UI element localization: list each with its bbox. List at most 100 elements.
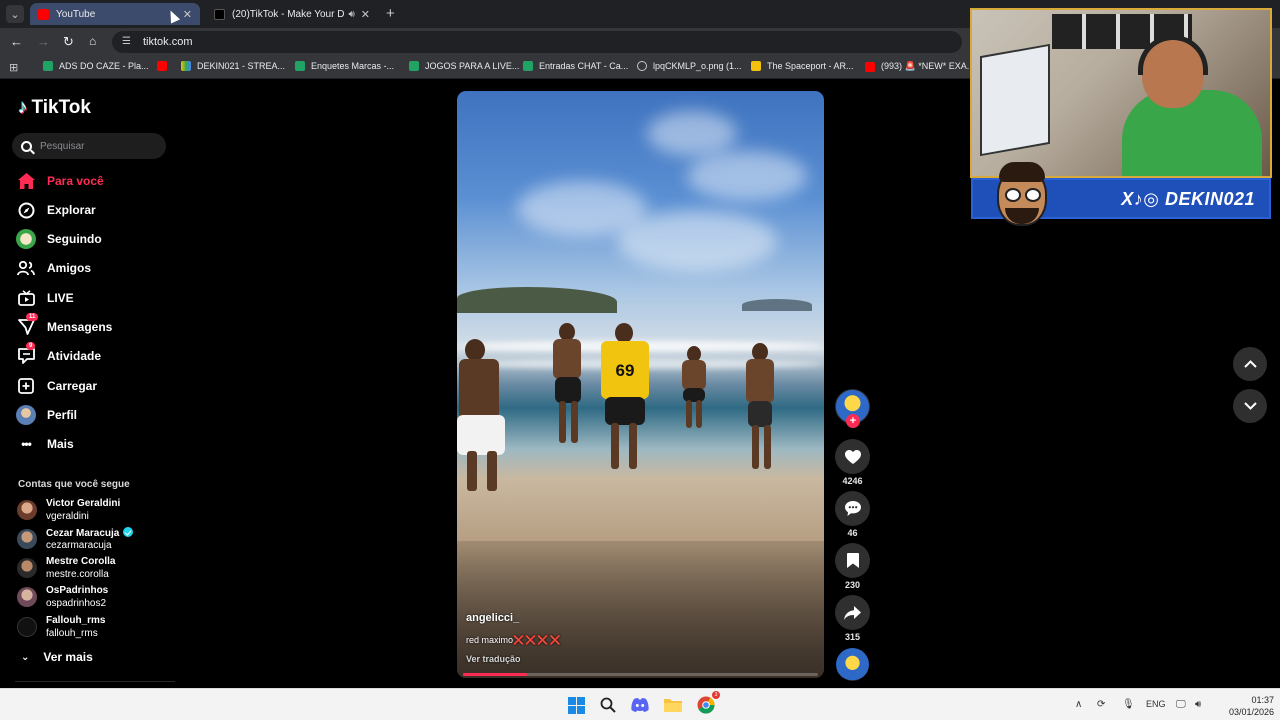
tab-title: (20)TikTok - Make Your Day bbox=[232, 8, 345, 20]
discord-icon[interactable] bbox=[630, 695, 650, 715]
forward-button[interactable]: → bbox=[37, 34, 50, 49]
close-tab-icon[interactable]: ✕ bbox=[183, 8, 192, 21]
volume-icon[interactable]: 🔊︎ bbox=[1195, 699, 1201, 710]
tab-search-button[interactable]: ⌄ bbox=[6, 5, 24, 23]
start-button[interactable] bbox=[566, 695, 586, 715]
bookmark-label: ADS DO CAZE - Pla... bbox=[59, 61, 149, 71]
bookmark-item[interactable]: DEKIN021 - STREA... bbox=[181, 61, 285, 71]
sidebar-item-perfil[interactable]: Perfil bbox=[16, 405, 77, 425]
bookmark-label: The Spaceport - AR... bbox=[767, 61, 854, 71]
video-player[interactable]: 69 angelicci_ red maximo❌❌❌❌ Ver traduçã… bbox=[457, 91, 824, 678]
video-progress-bar[interactable] bbox=[463, 673, 818, 676]
bookmark-item[interactable]: Enquetes Marcas -... bbox=[295, 61, 394, 71]
bookmark-item[interactable]: (993) 🚨 *NEW* EXA... bbox=[865, 61, 974, 72]
account-name-text: Cezar Maracuja bbox=[46, 528, 120, 539]
bookmark-label: lpqCKMLP_o.png (1... bbox=[653, 61, 742, 71]
sidebar-item-mais[interactable]: ••• Mais bbox=[16, 434, 74, 454]
heart-icon bbox=[844, 449, 861, 464]
url-field[interactable]: ☰ tiktok.com bbox=[112, 31, 962, 53]
sidebar-item-label: Atividade bbox=[47, 349, 102, 363]
following-icon bbox=[16, 229, 36, 249]
bookmark-item[interactable]: The Spaceport - AR... bbox=[751, 61, 854, 71]
see-more-label: Ver mais bbox=[43, 650, 93, 664]
video-username[interactable]: angelicci_ bbox=[466, 612, 519, 624]
followed-account[interactable]: OsPadrinhos ospadrinhos2 bbox=[17, 585, 177, 611]
microphone-icon[interactable]: 🎙︎ bbox=[1122, 699, 1135, 710]
reload-button[interactable]: ↻ bbox=[63, 34, 74, 50]
account-name: Fallouh_rms bbox=[46, 615, 106, 626]
video-caption: red maximo❌❌❌❌ bbox=[466, 635, 562, 646]
comment-button[interactable] bbox=[835, 491, 870, 526]
account-name: Mestre Corolla bbox=[46, 556, 116, 567]
sidebar-item-seguindo[interactable]: Seguindo bbox=[16, 229, 102, 249]
sidebar-item-amigos[interactable]: Amigos bbox=[16, 258, 91, 278]
apps-grid-icon[interactable]: ⊞ bbox=[9, 61, 18, 74]
site-info-icon[interactable]: ☰ bbox=[122, 36, 131, 47]
search-bar[interactable] bbox=[12, 133, 166, 159]
bookmark-item[interactable]: ADS DO CAZE - Pla... bbox=[43, 61, 149, 71]
back-button[interactable]: ← bbox=[10, 34, 23, 49]
caption-text: red maximo bbox=[466, 635, 514, 645]
close-tab-icon[interactable]: ✕ bbox=[361, 8, 370, 21]
see-translation-link[interactable]: Ver tradução bbox=[466, 654, 521, 664]
network-icon[interactable]: 🖵︎ bbox=[1176, 699, 1186, 710]
monitor-shape bbox=[980, 43, 1050, 157]
sidebar-item-para-voce[interactable]: Para você bbox=[16, 171, 104, 191]
save-count: 230 bbox=[844, 580, 861, 590]
save-button[interactable] bbox=[835, 543, 870, 578]
tiktok-note-icon: ♪ bbox=[18, 97, 28, 118]
bookmark-item[interactable] bbox=[157, 61, 173, 71]
file-explorer-icon[interactable] bbox=[663, 695, 683, 715]
sidebar-item-explorar[interactable]: Explorar bbox=[16, 200, 96, 220]
sidebar-item-atividade[interactable]: 9 Atividade bbox=[16, 342, 102, 366]
upload-icon bbox=[16, 376, 36, 396]
bookmark-label: DEKIN021 - STREA... bbox=[197, 61, 286, 71]
share-button[interactable] bbox=[835, 595, 870, 630]
new-tab-button[interactable]: + bbox=[386, 5, 395, 22]
friends-icon bbox=[16, 258, 36, 278]
streamer-mascot-logo bbox=[993, 160, 1051, 230]
search-icon[interactable] bbox=[21, 140, 32, 152]
tiktok-logo[interactable]: ♪ TikTok bbox=[18, 97, 91, 119]
bookmark-label: Enquetes Marcas -... bbox=[311, 61, 395, 71]
language-indicator[interactable]: ENG bbox=[1146, 699, 1166, 709]
sidebar-item-mensagens[interactable]: 11 Mensagens bbox=[16, 313, 112, 337]
followed-account[interactable]: Cezar Maracuja cezarmaracuja bbox=[17, 527, 177, 553]
sidebar-item-live[interactable]: LIVE bbox=[16, 288, 74, 308]
windows-taskbar: 3 ∧ ⟳ 🎙︎ ENG 🖵︎ 🔊︎ 01:37 03/01/2026 bbox=[0, 688, 1280, 720]
previous-video-button[interactable] bbox=[1233, 347, 1267, 381]
sidebar-item-label: Perfil bbox=[47, 408, 78, 422]
next-video-button[interactable] bbox=[1233, 389, 1267, 423]
followed-account[interactable]: Fallouh_rms fallouh_rms bbox=[17, 615, 177, 641]
system-clock[interactable]: 01:37 03/01/2026 bbox=[1210, 694, 1274, 718]
bookmark-item[interactable]: Entradas CHAT - Ca... bbox=[523, 61, 628, 71]
followed-account[interactable]: Victor Geraldini vgeraldini bbox=[17, 498, 177, 524]
avatar bbox=[17, 587, 37, 607]
home-button[interactable]: ⌂ bbox=[89, 34, 96, 48]
see-more-link[interactable]: ⌄ Ver mais bbox=[21, 650, 93, 664]
webcam-overlay bbox=[970, 8, 1272, 178]
more-icon: ••• bbox=[21, 437, 32, 451]
sync-icon[interactable]: ⟳ bbox=[1097, 699, 1105, 710]
bookmark-item[interactable]: JOGOS PARA A LIVE... bbox=[409, 61, 519, 71]
account-handle: mestre.corolla bbox=[46, 569, 109, 580]
taskbar-search-icon[interactable] bbox=[598, 695, 618, 715]
bookmark-icon bbox=[846, 553, 859, 568]
music-disc-icon[interactable] bbox=[836, 648, 869, 681]
follow-plus-button[interactable]: + bbox=[846, 414, 860, 428]
tray-overflow-icon[interactable]: ∧ bbox=[1075, 699, 1082, 710]
cloud-shape bbox=[647, 111, 737, 156]
comment-count: 46 bbox=[847, 528, 858, 538]
like-button[interactable] bbox=[835, 439, 870, 474]
share-arrow-icon bbox=[844, 605, 861, 620]
account-handle: cezarmaracuja bbox=[46, 540, 112, 551]
search-input[interactable] bbox=[40, 140, 150, 152]
sidebar-item-carregar[interactable]: Carregar bbox=[16, 376, 97, 396]
account-name: OsPadrinhos bbox=[46, 585, 109, 596]
account-handle: ospadrinhos2 bbox=[46, 598, 107, 609]
share-count: 315 bbox=[844, 632, 861, 642]
speaker-icon[interactable]: 🔊︎ bbox=[348, 9, 354, 20]
tab-tiktok[interactable]: (20)TikTok - Make Your Day 🔊︎ ✕ bbox=[206, 3, 378, 25]
bookmark-item[interactable]: lpqCKMLP_o.png (1... bbox=[637, 61, 742, 71]
followed-account[interactable]: Mestre Corolla mestre.corolla bbox=[17, 556, 177, 582]
